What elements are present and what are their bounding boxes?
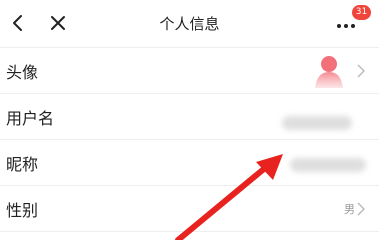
row-label-gender: 性别 <box>6 201 39 220</box>
redacted-value <box>290 158 366 172</box>
page-title: 个人信息 <box>159 15 220 33</box>
row-label-nickname: 昵称 <box>6 155 39 174</box>
avatar-icon <box>315 56 343 88</box>
row-gender[interactable]: 性别 男 <box>0 185 379 231</box>
notification-badge: 31 <box>352 5 371 20</box>
row-username[interactable]: 用户名 <box>0 93 379 139</box>
redacted-value <box>282 116 352 130</box>
row-avatar[interactable]: 头像 <box>0 47 379 93</box>
row-label-username: 用户名 <box>6 109 55 128</box>
divider <box>0 231 379 232</box>
chevron-right-icon <box>357 64 365 78</box>
row-label-avatar: 头像 <box>6 63 39 82</box>
chevron-right-icon <box>357 202 365 216</box>
navigation-bar: 个人信息 31 <box>0 0 379 46</box>
row-nickname[interactable]: 昵称 <box>0 139 379 185</box>
gender-value: 男 <box>344 203 355 216</box>
